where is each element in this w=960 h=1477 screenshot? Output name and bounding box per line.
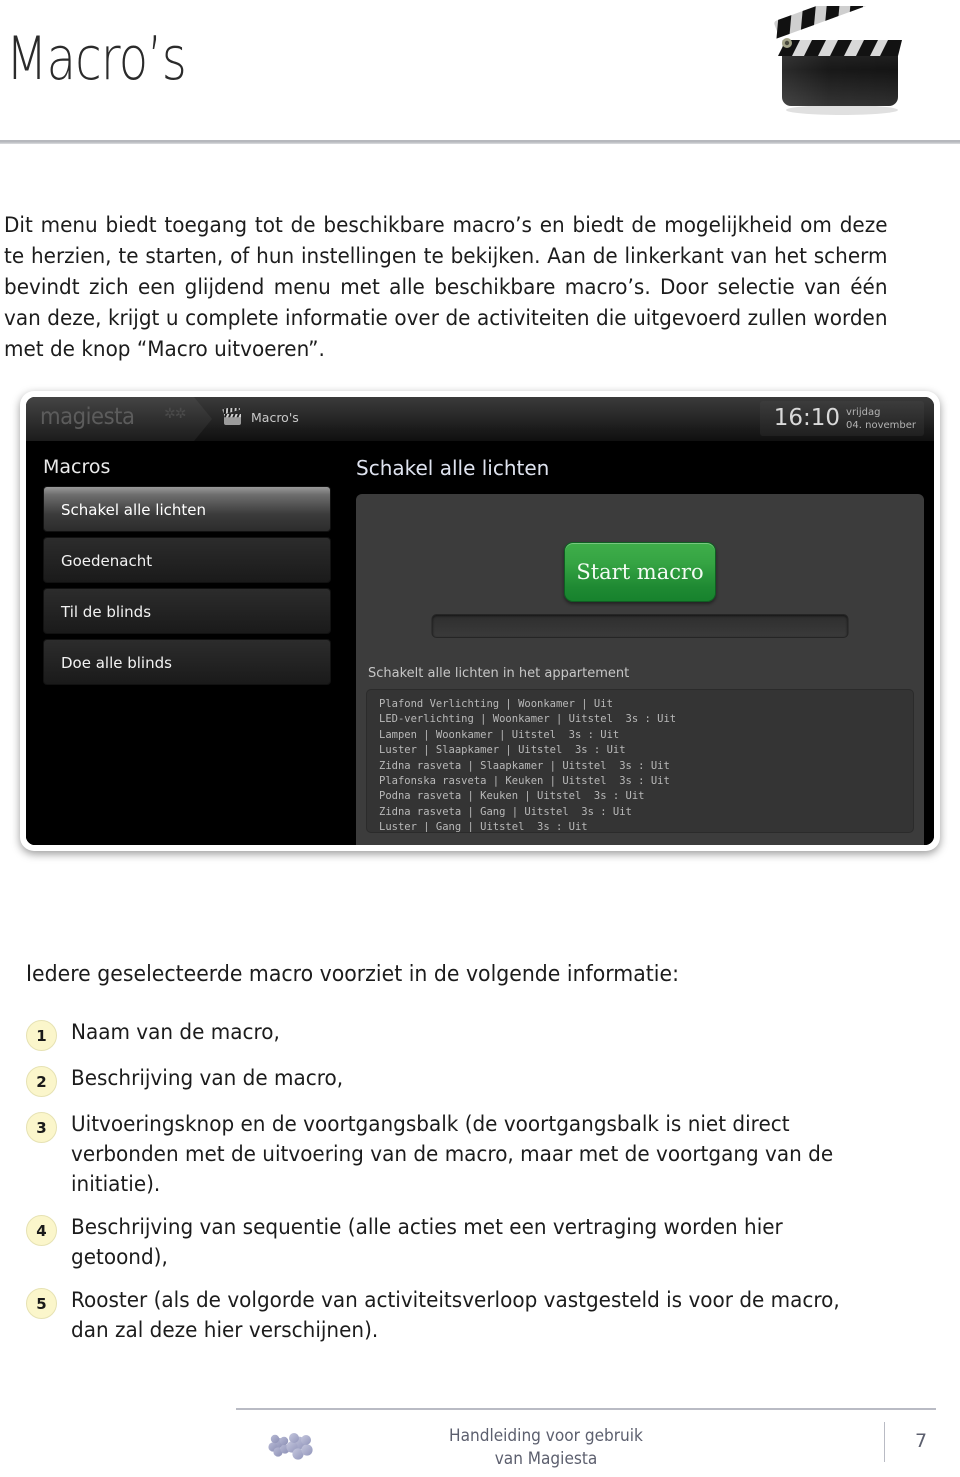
list-heading: Iedere geselecteerde macro voorziet in d… bbox=[26, 962, 679, 987]
list-item-text: Rooster (als de volgorde van activiteits… bbox=[71, 1288, 840, 1343]
page-header: Macro’s bbox=[0, 0, 960, 144]
sequence-line: Podna rasveta | Keuken | Uitstel 3s : Ui… bbox=[379, 790, 645, 803]
page-footer: Handleiding voor gebruik van Magiesta 7 bbox=[236, 1408, 936, 1470]
start-macro-button[interactable]: Start macro bbox=[564, 542, 716, 602]
sidebar-item-schakel-alle-lichten[interactable]: Schakel alle lichten bbox=[43, 486, 331, 532]
logo-asterisk-icon: ✲✲ bbox=[164, 405, 186, 421]
sidebar-item-doe-alle-blinds[interactable]: Doe alle blinds bbox=[43, 639, 331, 685]
numbered-list: 1 Naam van de macro, 2 Beschrijving van … bbox=[26, 1018, 936, 1359]
list-item-text: Beschrijving van sequentie (alle acties … bbox=[71, 1215, 783, 1270]
ui-screenshot-figure: magiesta ✲✲ Macro's 16:10 vrijdag 04. no… bbox=[20, 391, 940, 851]
sidebar-item-goedenacht[interactable]: Goedenacht bbox=[43, 537, 331, 583]
clock-time: 16:10 bbox=[773, 405, 841, 431]
list-item: 2 Beschrijving van de macro, bbox=[26, 1064, 936, 1097]
breadcrumb[interactable]: Macro's bbox=[222, 404, 299, 426]
app-topbar: magiesta ✲✲ Macro's 16:10 vrijdag 04. no… bbox=[26, 397, 934, 442]
page-number: 7 bbox=[914, 1430, 928, 1452]
footer-line-2: van Magiesta bbox=[494, 1449, 598, 1468]
list-item-badge: 4 bbox=[26, 1215, 57, 1246]
sequence-line: Zidna rasveta | Gang | Uitstel 3s : Uit bbox=[379, 805, 632, 818]
clock-date: 04. november bbox=[846, 419, 916, 431]
magiesta-app-window: magiesta ✲✲ Macro's 16:10 vrijdag 04. no… bbox=[26, 397, 934, 845]
sidebar-title: Macros bbox=[43, 456, 111, 478]
clock-widget: 16:10 vrijdag 04. november bbox=[759, 401, 924, 436]
list-item-text: Naam van de macro, bbox=[71, 1020, 280, 1045]
breadcrumb-clapperboard-icon bbox=[222, 404, 244, 426]
clock-weekday: vrijdag bbox=[846, 407, 881, 418]
macro-detail-panel: Schakel alle lichten Start macro Schakel… bbox=[348, 442, 934, 845]
macro-sequence-list: Plafond Verlichting | Woonkamer | Uit LE… bbox=[366, 689, 914, 833]
sequence-line: Plafond Verlichting | Woonkamer | Uit bbox=[379, 698, 613, 710]
sequence-line: Lampen | Woonkamer | Uitstel 3s : Uit bbox=[379, 728, 620, 741]
list-item: 4 Beschrijving van sequentie (alle actie… bbox=[26, 1213, 936, 1273]
list-item-badge: 2 bbox=[26, 1066, 57, 1097]
app-body: Macros Schakel alle lichten Goedenacht T… bbox=[26, 442, 934, 845]
sequence-line: Luster | Slaapkamer | Uitstel 3s : Uit bbox=[379, 744, 626, 757]
clapperboard-icon bbox=[762, 0, 920, 118]
list-item: 5 Rooster (als de volgorde van activitei… bbox=[26, 1286, 936, 1346]
macro-detail-card: Start macro Schakelt alle lichten in het… bbox=[356, 494, 924, 845]
magiesta-logo[interactable]: magiesta bbox=[40, 404, 135, 430]
breadcrumb-label: Macro's bbox=[251, 409, 299, 425]
list-item-badge: 3 bbox=[26, 1112, 57, 1143]
list-item-badge: 5 bbox=[26, 1288, 57, 1319]
list-item-badge: 1 bbox=[26, 1020, 57, 1051]
page-title: Macro’s bbox=[6, 24, 187, 94]
clock-date-block: vrijdag 04. november bbox=[846, 404, 916, 432]
list-item-text: Uitvoeringsknop en de voortgangsbalk (de… bbox=[71, 1112, 834, 1197]
sequence-line: Plafonska rasveta | Keuken | Uitstel 3s … bbox=[379, 775, 670, 788]
footer-divider bbox=[236, 1408, 936, 1410]
list-item-text: Beschrijving van de macro, bbox=[71, 1066, 344, 1091]
footer-line-1: Handleiding voor gebruik bbox=[449, 1426, 643, 1445]
macro-progress-bar bbox=[431, 614, 849, 638]
macro-sidebar: Macros Schakel alle lichten Goedenacht T… bbox=[26, 442, 348, 845]
macro-description: Schakelt alle lichten in het appartement bbox=[368, 666, 630, 681]
list-item: 1 Naam van de macro, bbox=[26, 1018, 936, 1051]
footer-separator bbox=[884, 1422, 885, 1462]
list-item: 3 Uitvoeringsknop en de voortgangsbalk (… bbox=[26, 1110, 936, 1200]
magiesta-flower-logo-icon bbox=[266, 1430, 320, 1464]
sequence-line: Zidna rasveta | Slaapkamer | Uitstel 3s … bbox=[379, 759, 670, 772]
macro-detail-title: Schakel alle lichten bbox=[356, 456, 550, 480]
footer-text: Handleiding voor gebruik van Magiesta bbox=[358, 1424, 734, 1470]
header-divider bbox=[0, 140, 960, 144]
sequence-line: LED-verlichting | Woonkamer | Uitstel 3s… bbox=[379, 713, 677, 726]
sequence-line: Luster | Gang | Uitstel 3s : Uit bbox=[379, 821, 588, 833]
sidebar-item-til-de-blinds[interactable]: Til de blinds bbox=[43, 588, 331, 634]
intro-paragraph: Dit menu biedt toegang tot de beschikbar… bbox=[4, 212, 888, 362]
